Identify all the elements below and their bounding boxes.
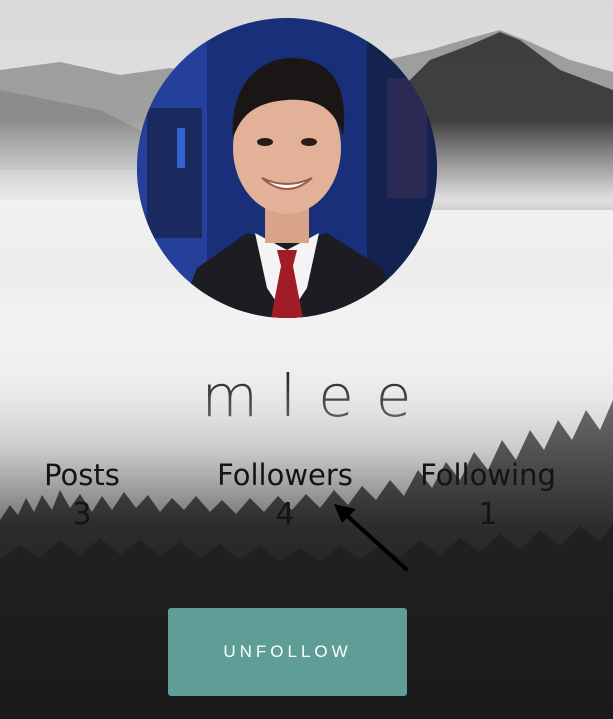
unfollow-button[interactable]: UNFOLLOW <box>168 608 407 696</box>
username: mlee <box>0 362 613 430</box>
posts-label: Posts <box>44 458 120 492</box>
following-label: Following <box>420 458 556 492</box>
followers-label: Followers <box>217 458 353 492</box>
profile-avatar <box>137 18 437 318</box>
following-count: 1 <box>478 497 498 532</box>
annotation-arrow-icon <box>334 504 408 571</box>
posts-stat[interactable]: Posts 3 <box>22 458 142 534</box>
posts-count: 3 <box>72 497 92 532</box>
following-stat[interactable]: Following 1 <box>398 458 578 534</box>
